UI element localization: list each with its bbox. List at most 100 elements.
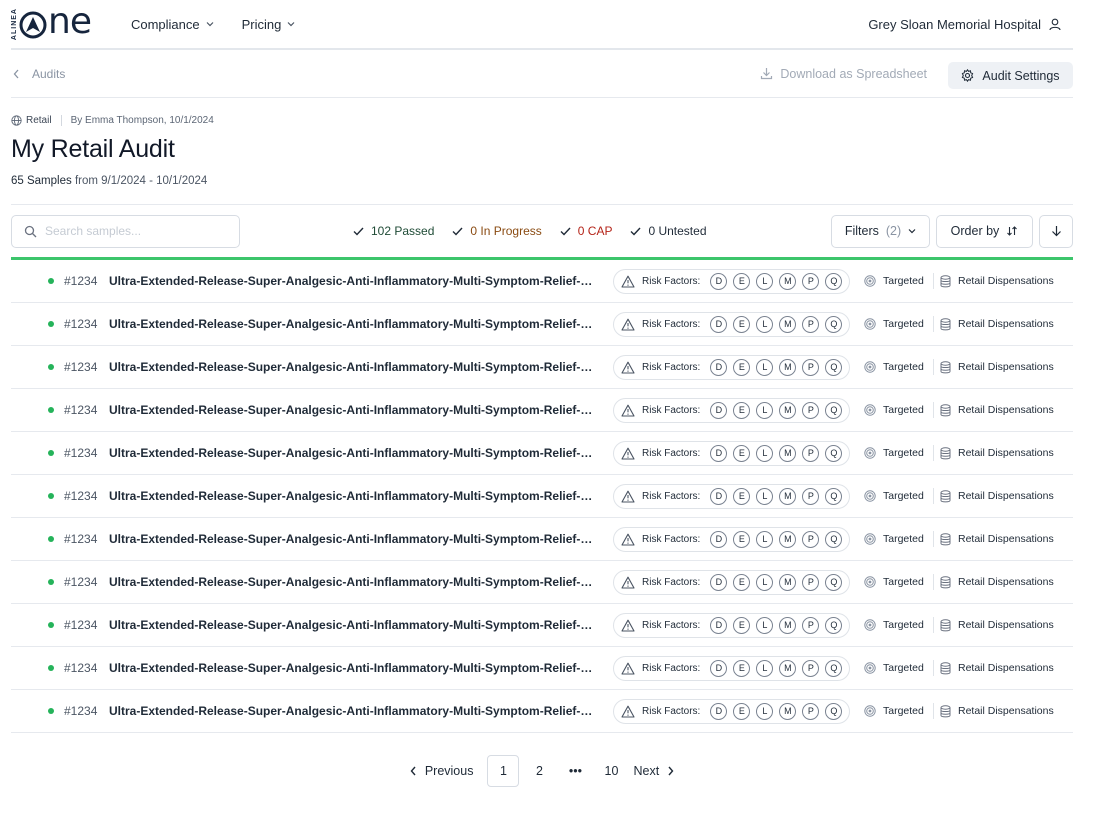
sample-name[interactable]: Ultra-Extended-Release-Super-Analgesic-A…: [109, 532, 597, 546]
risk-factors-pill: Risk Factors: DELMPQ: [613, 655, 850, 681]
risk-factor-badge: L: [756, 702, 774, 720]
risk-factors-label: Risk Factors:: [642, 705, 701, 717]
page-2-button[interactable]: 2: [523, 755, 555, 787]
selection-label: Targeted: [883, 318, 924, 330]
back-to-audits-link[interactable]: Audits: [13, 67, 65, 81]
chevron-down-icon: [206, 22, 214, 27]
risk-factors-pill: Risk Factors: DELMPQ: [613, 526, 850, 552]
sample-name[interactable]: Ultra-Extended-Release-Super-Analgesic-A…: [109, 661, 597, 675]
nav-pricing[interactable]: Pricing: [242, 17, 296, 32]
chevron-down-icon: [908, 229, 916, 234]
risk-factor-badge: D: [710, 315, 728, 333]
risk-factor-badge: D: [710, 358, 728, 376]
page-1-button[interactable]: 1: [487, 755, 520, 787]
order-by-button[interactable]: Order by: [936, 214, 1033, 248]
download-spreadsheet-button[interactable]: Download as Spreadsheet: [760, 67, 927, 81]
status-cap[interactable]: 0 CAP: [560, 224, 612, 238]
sample-name[interactable]: Ultra-Extended-Release-Super-Analgesic-A…: [109, 618, 597, 632]
risk-factor-badge: M: [779, 616, 797, 634]
audit-type-tag: Retail: [11, 115, 52, 126]
target-icon: [864, 361, 876, 373]
target-icon: [864, 404, 876, 416]
source-label: Retail Dispensations: [958, 619, 1054, 631]
sample-name[interactable]: Ultra-Extended-Release-Super-Analgesic-A…: [109, 274, 597, 288]
database-icon: [940, 446, 951, 459]
sample-row[interactable]: #1234 Ultra-Extended-Release-Super-Analg…: [11, 346, 1073, 389]
risk-factor-badge: M: [779, 702, 797, 720]
risk-factor-badge: E: [733, 530, 751, 548]
sample-row[interactable]: #1234 Ultra-Extended-Release-Super-Analg…: [11, 690, 1073, 733]
risk-factor-badge: P: [802, 659, 820, 677]
warning-icon: [621, 533, 635, 546]
filters-button[interactable]: Filters (2): [831, 214, 930, 248]
selection-type: Targeted: [864, 404, 924, 416]
status-in-progress[interactable]: 0 In Progress: [452, 224, 542, 238]
source-label: Retail Dispensations: [958, 447, 1054, 459]
sample-name[interactable]: Ultra-Extended-Release-Super-Analgesic-A…: [109, 446, 597, 460]
page-10-button[interactable]: 10: [595, 755, 627, 787]
status-passed[interactable]: 102 Passed: [353, 224, 434, 238]
search-box[interactable]: [11, 214, 240, 248]
row-divider: [933, 703, 934, 719]
previous-page-button[interactable]: Previous: [410, 764, 473, 778]
risk-factors-label: Risk Factors:: [642, 662, 701, 674]
order-label: Order by: [950, 224, 1000, 238]
status-untested[interactable]: 0 Untested: [630, 224, 707, 238]
risk-factor-badge: D: [710, 272, 728, 290]
sample-row[interactable]: #1234 Ultra-Extended-Release-Super-Analg…: [11, 389, 1073, 432]
nav-pricing-label: Pricing: [241, 16, 282, 32]
database-icon: [940, 661, 951, 674]
risk-factor-badge: Q: [825, 272, 843, 290]
risk-factors-label: Risk Factors:: [642, 447, 701, 459]
risk-factor-badge: M: [779, 272, 797, 290]
row-divider: [933, 273, 934, 289]
row-divider: [933, 445, 934, 461]
risk-factor-badge: D: [710, 659, 728, 677]
sample-row[interactable]: #1234 Ultra-Extended-Release-Super-Analg…: [11, 647, 1073, 690]
database-icon: [940, 489, 951, 502]
selection-type: Targeted: [864, 361, 924, 373]
risk-factors-label: Risk Factors:: [642, 361, 701, 373]
next-page-button[interactable]: Next: [633, 764, 674, 778]
search-input[interactable]: [45, 224, 225, 238]
settings-label: Audit Settings: [982, 68, 1060, 83]
status-dot: [48, 493, 54, 499]
sample-name[interactable]: Ultra-Extended-Release-Super-Analgesic-A…: [109, 317, 597, 331]
sort-direction-button[interactable]: [1039, 214, 1073, 248]
user-icon: [1049, 18, 1061, 30]
check-icon: [353, 227, 364, 236]
risk-factor-badge: E: [733, 444, 751, 462]
org-account-menu[interactable]: Grey Sloan Memorial Hospital: [868, 17, 1061, 32]
audit-settings-button[interactable]: Audit Settings: [948, 62, 1073, 89]
sample-name[interactable]: Ultra-Extended-Release-Super-Analgesic-A…: [109, 489, 597, 503]
risk-factor-badge: E: [733, 401, 751, 419]
audit-summary: 65 Samples from 9/1/2024 - 10/1/2024: [11, 175, 1073, 187]
sample-name[interactable]: Ultra-Extended-Release-Super-Analgesic-A…: [109, 403, 597, 417]
target-icon: [864, 447, 876, 459]
sample-row[interactable]: #1234 Ultra-Extended-Release-Super-Analg…: [11, 432, 1073, 475]
risk-factor-badge: E: [733, 702, 751, 720]
sample-row[interactable]: #1234 Ultra-Extended-Release-Super-Analg…: [11, 518, 1073, 561]
data-source: Retail Dispensations: [940, 704, 1054, 718]
sample-name[interactable]: Ultra-Extended-Release-Super-Analgesic-A…: [109, 575, 597, 589]
sample-name[interactable]: Ultra-Extended-Release-Super-Analgesic-A…: [109, 360, 597, 374]
sample-row[interactable]: #1234 Ultra-Extended-Release-Super-Analg…: [11, 561, 1073, 604]
sample-row[interactable]: #1234 Ultra-Extended-Release-Super-Analg…: [11, 604, 1073, 647]
risk-factors-label: Risk Factors:: [642, 404, 701, 416]
status-dot: [48, 622, 54, 628]
filter-bar: 102 Passed 0 In Progress 0 CAP 0 Unteste…: [11, 205, 1073, 257]
arrow-down-icon: [1051, 226, 1061, 237]
nav-compliance[interactable]: Compliance: [131, 17, 214, 32]
nav-compliance-label: Compliance: [130, 16, 200, 32]
data-source: Retail Dispensations: [940, 360, 1054, 374]
risk-factors-label: Risk Factors:: [642, 490, 701, 502]
sample-row[interactable]: #1234 Ultra-Extended-Release-Super-Analg…: [11, 260, 1073, 303]
check-icon: [560, 227, 571, 236]
sample-name[interactable]: Ultra-Extended-Release-Super-Analgesic-A…: [109, 704, 597, 718]
sample-row[interactable]: #1234 Ultra-Extended-Release-Super-Analg…: [11, 475, 1073, 518]
data-source: Retail Dispensations: [940, 317, 1054, 331]
sample-row[interactable]: #1234 Ultra-Extended-Release-Super-Analg…: [11, 303, 1073, 346]
source-label: Retail Dispensations: [958, 404, 1054, 416]
status-untested-label: 0 Untested: [648, 224, 707, 238]
brand-logo[interactable]: ALINEA ne: [11, 4, 92, 44]
